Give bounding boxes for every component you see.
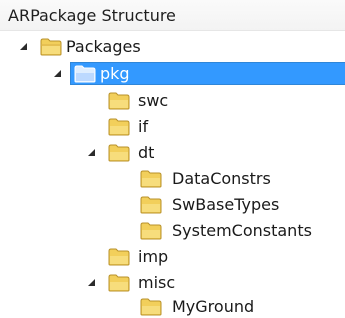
folder-icon — [108, 92, 130, 110]
tree-node-label: if — [138, 117, 149, 136]
folder-icon — [108, 248, 130, 266]
folder-icon — [140, 222, 162, 240]
tree-node-myground[interactable]: MyGround — [0, 295, 345, 318]
tree-node-label: Packages — [66, 37, 141, 56]
package-tree[interactable]: Packages pkg swc if dt DataConstrs SwBas… — [0, 31, 345, 318]
tree-node-label: SystemConstants — [172, 221, 312, 240]
tree-node-systemconstants[interactable]: SystemConstants — [0, 219, 345, 243]
tree-node-dataconstrs[interactable]: DataConstrs — [0, 167, 345, 191]
tree-node-swc[interactable]: swc — [0, 89, 345, 113]
folder-icon — [140, 196, 162, 214]
tree-node-label: swc — [138, 91, 169, 110]
tree-node-if[interactable]: if — [0, 115, 345, 139]
folder-icon — [40, 38, 62, 56]
tree-node-packages[interactable]: Packages — [0, 35, 345, 59]
expanded-arrow-icon[interactable] — [52, 68, 64, 80]
tree-node-label: misc — [138, 273, 176, 292]
panel-header: ARPackage Structure — [0, 0, 345, 31]
folder-icon — [108, 274, 130, 292]
tree-node-swbasetypes[interactable]: SwBaseTypes — [0, 193, 345, 217]
tree-node-label: dt — [138, 143, 155, 162]
panel-title: ARPackage Structure — [8, 6, 176, 25]
tree-node-label: imp — [138, 247, 169, 266]
tree-node-misc[interactable]: misc — [0, 271, 345, 295]
folder-icon — [74, 65, 96, 83]
tree-node-pkg[interactable]: pkg — [0, 62, 345, 86]
folder-icon — [140, 298, 162, 316]
tree-node-label: SwBaseTypes — [172, 195, 280, 214]
tree-node-dt[interactable]: dt — [0, 141, 345, 165]
folder-icon — [108, 144, 130, 162]
tree-node-label: pkg — [100, 64, 130, 83]
expanded-arrow-icon[interactable] — [86, 277, 98, 289]
expanded-arrow-icon[interactable] — [18, 41, 30, 53]
tree-node-label: DataConstrs — [172, 169, 271, 188]
folder-icon — [140, 170, 162, 188]
tree-node-label: MyGround — [172, 297, 255, 316]
folder-icon — [108, 118, 130, 136]
expanded-arrow-icon[interactable] — [86, 147, 98, 159]
tree-node-imp[interactable]: imp — [0, 245, 345, 269]
